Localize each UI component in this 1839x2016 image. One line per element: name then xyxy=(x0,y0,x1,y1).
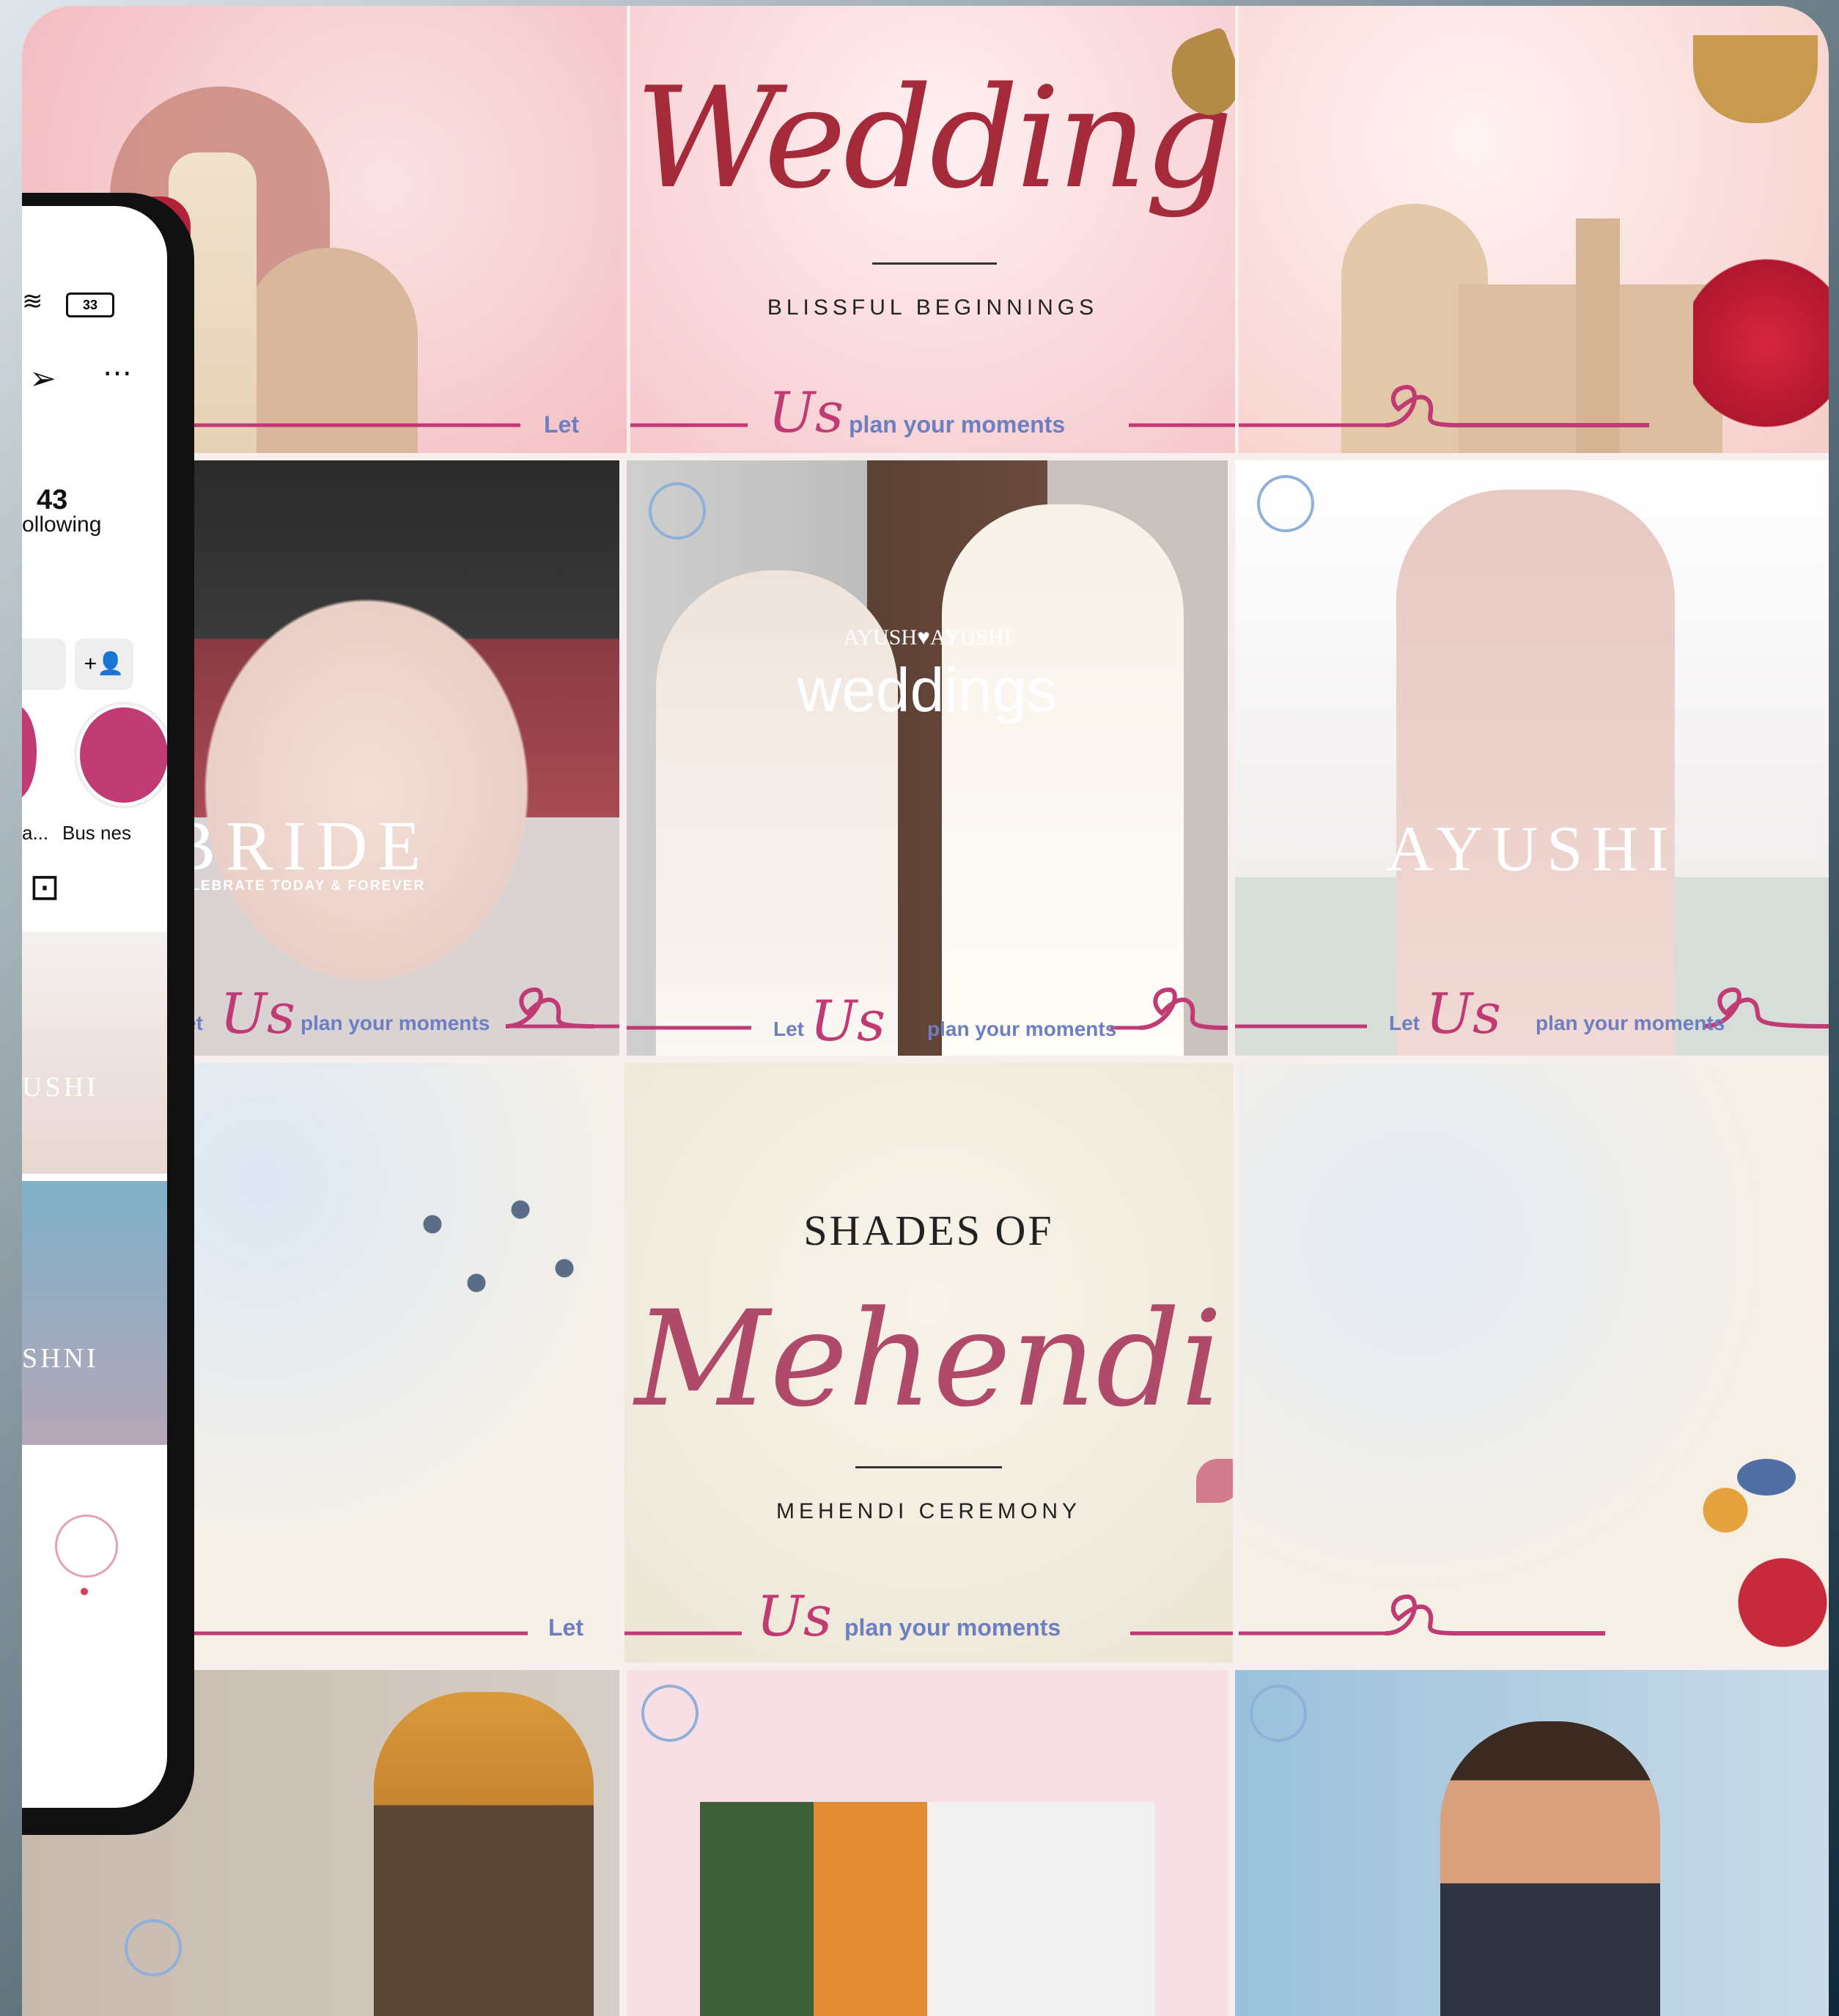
tagline-text: plan your moments xyxy=(1536,1012,1725,1034)
weddings-title: weddings xyxy=(797,655,1058,724)
let-text: Let xyxy=(1389,1012,1420,1034)
logo-badge xyxy=(1250,1685,1307,1742)
tagline-text: plan your moments xyxy=(301,1012,490,1034)
tagline-text: plan your moments xyxy=(927,1018,1117,1040)
highlight-circle[interactable] xyxy=(22,705,37,800)
bride-photo xyxy=(161,548,572,988)
us-logo-text: Us xyxy=(220,981,296,1046)
divider-ornament xyxy=(872,262,997,265)
business-highlight[interactable] xyxy=(77,705,167,806)
post-tile-6[interactable]: AYUSHI Let Us plan your moments xyxy=(1235,460,1829,1056)
following-label[interactable]: ollowing xyxy=(22,512,101,537)
post-tile-12[interactable] xyxy=(1235,1670,1829,2016)
chandelier-icon xyxy=(1693,35,1818,123)
battery-icon: 33 xyxy=(66,293,114,317)
ayushi-title: AYUSHI xyxy=(1386,814,1678,885)
wedding-title: Wedding xyxy=(635,57,1233,219)
instagram-grid-panel: Let Wedding BLISSFUL BEGINNINGS Us plan … xyxy=(22,6,1829,2016)
more-icon[interactable]: ⋯ xyxy=(103,356,132,390)
ribbon-heart xyxy=(1235,987,1829,1029)
photo-collage xyxy=(700,1802,1154,2016)
post-tile-3[interactable] xyxy=(1239,6,1829,453)
wedding-subtitle: BLISSFUL BEGINNINGS xyxy=(767,295,1099,320)
logo-badge xyxy=(125,1919,182,1976)
bride-subtitle: CELEBRATE TODAY & FOREVER xyxy=(169,878,426,894)
profile-nav-avatar[interactable] xyxy=(55,1515,118,1578)
wifi-icon: ≋ xyxy=(22,287,43,315)
divider-ornament xyxy=(855,1466,1002,1468)
birds-decoration xyxy=(388,1180,608,1327)
following-count: 43 xyxy=(37,485,68,515)
post-tile-2[interactable]: Wedding BLISSFUL BEGINNINGS Us plan your… xyxy=(630,6,1235,453)
thumbnail-text: SHNI xyxy=(22,1343,99,1374)
phone-mockup: ≋ 33 ➢ ⋯ 43 ollowing +👤 a... Bus nes ⊡ U… xyxy=(22,193,194,1835)
notification-dot-icon xyxy=(81,1588,88,1595)
grid-thumbnail[interactable] xyxy=(22,1181,167,1445)
send-icon[interactable]: ➢ xyxy=(29,360,56,397)
ribbon-heart xyxy=(1239,384,1649,427)
post-tile-5[interactable]: AYUSH♥AYUSHI weddings Let Us plan your m… xyxy=(627,460,1228,1056)
tagged-icon[interactable]: ⊡ xyxy=(29,866,60,908)
let-text: Let xyxy=(548,1614,583,1641)
business-label: Bus nes xyxy=(62,822,131,844)
let-text: Let xyxy=(544,411,579,438)
let-text: Let xyxy=(773,1018,804,1040)
groom-figure xyxy=(374,1692,594,2016)
profile-action-button[interactable] xyxy=(22,639,66,690)
couple-names: AYUSH♥AYUSHI xyxy=(843,625,1011,650)
add-person-button[interactable]: +👤 xyxy=(75,639,133,690)
bride-figure xyxy=(1396,490,1675,1056)
us-logo-text: Us xyxy=(810,988,886,1053)
highlight-label: a... xyxy=(22,822,49,844)
woman-figure xyxy=(1440,1721,1660,2016)
post-tile-9[interactable] xyxy=(1239,1063,1829,1663)
mehendi-subtitle: MEHENDI CEREMONY xyxy=(775,1499,1082,1523)
phone-screen: ≋ 33 ➢ ⋯ 43 ollowing +👤 a... Bus nes ⊡ U… xyxy=(22,206,167,1808)
logo-badge xyxy=(649,482,706,540)
grid-thumbnail[interactable] xyxy=(22,932,167,1174)
tagline-text: plan your moments xyxy=(844,1614,1061,1641)
us-logo-text: Us xyxy=(756,1583,833,1649)
tagline-text: plan your moments xyxy=(849,411,1066,438)
logo-badge xyxy=(1257,475,1314,532)
mehendi-title: Mehendi xyxy=(634,1283,1223,1436)
us-logo-text: Us xyxy=(1426,981,1502,1046)
us-logo-text: Us xyxy=(768,380,844,445)
shades-of-text: SHADES OF xyxy=(803,1207,1054,1254)
logo-badge xyxy=(641,1685,699,1742)
bride-title: BRIDE xyxy=(169,806,431,885)
thumbnail-text: USHI xyxy=(22,1072,99,1103)
ribbon-heart xyxy=(1239,1594,1605,1636)
post-grid: Let Wedding BLISSFUL BEGINNINGS Us plan … xyxy=(22,6,1829,2016)
post-tile-11[interactable] xyxy=(627,1670,1228,2016)
ribbon-heart xyxy=(627,987,1228,1030)
bird-icon xyxy=(1737,1459,1796,1496)
butterfly-icon xyxy=(1196,1459,1233,1503)
groom-figure xyxy=(942,504,1184,1056)
post-tile-8[interactable]: SHADES OF Mehendi MEHENDI CEREMONY Us pl… xyxy=(624,1063,1233,1663)
